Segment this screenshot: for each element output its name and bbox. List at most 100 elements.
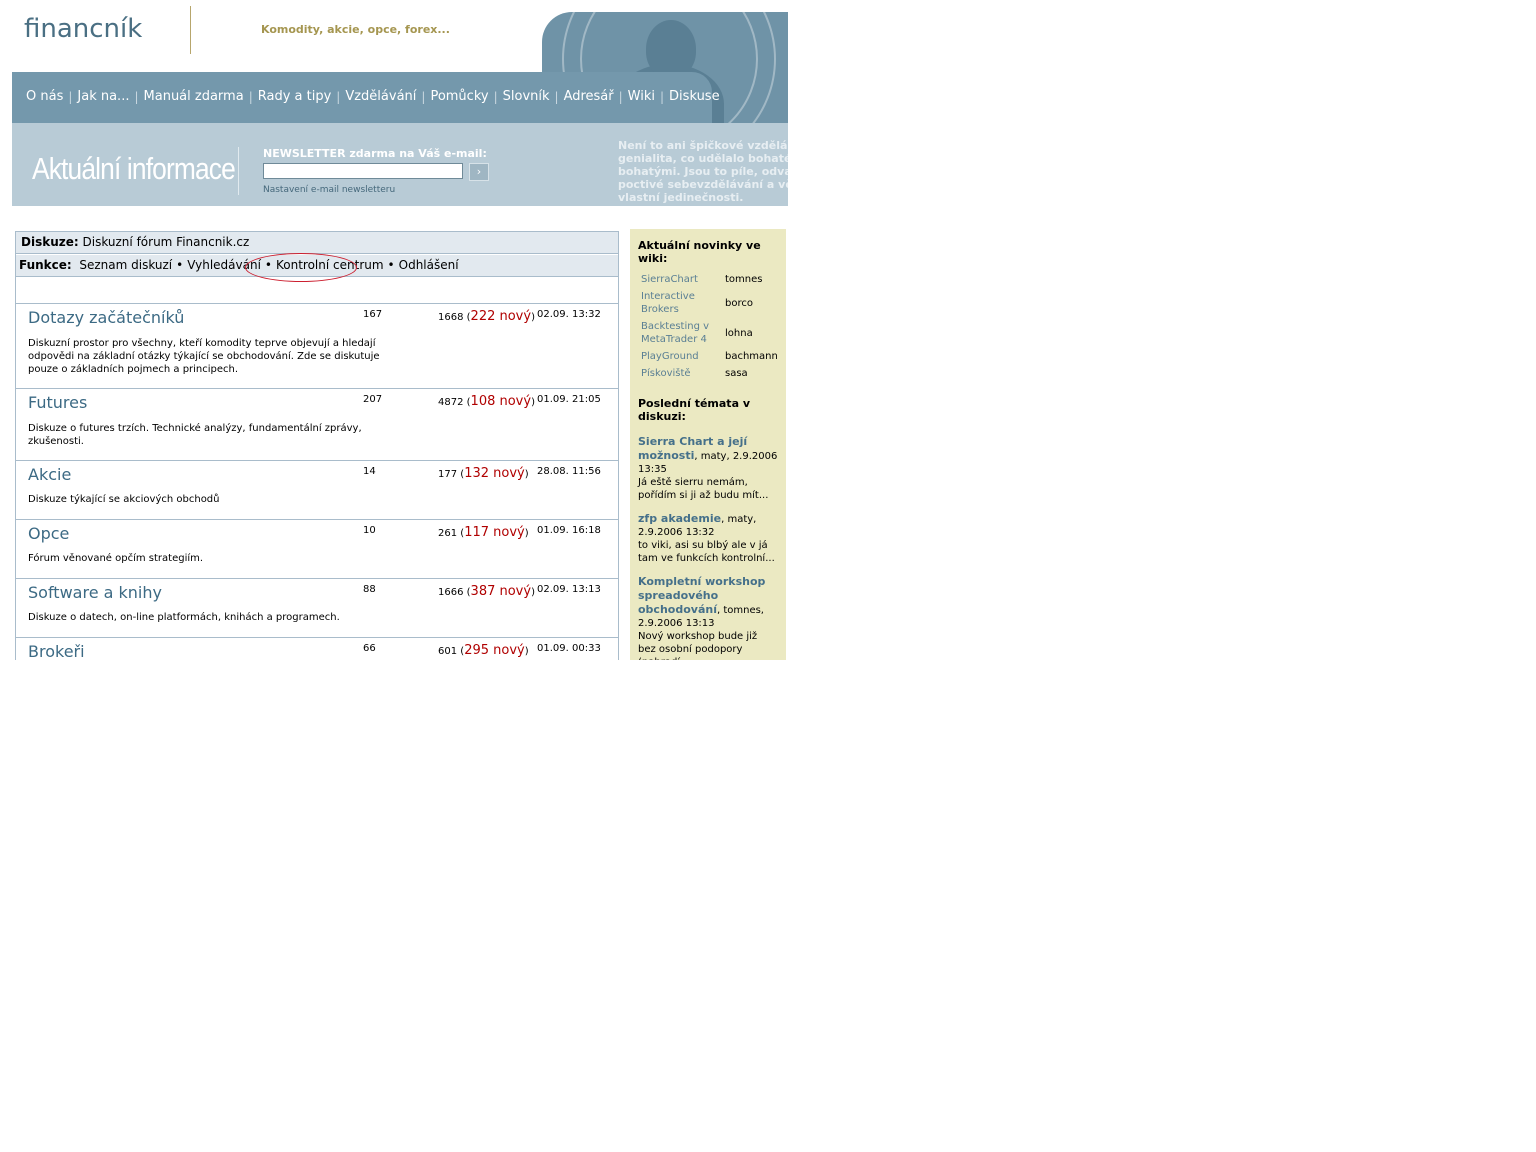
nav-vzdelavani[interactable]: Vzdělávání: [345, 89, 416, 104]
forum-last-post-date: 01.09. 16:18: [537, 525, 601, 536]
forum-row: Software a knihy Diskuze o datech, on-li…: [16, 579, 618, 638]
main-nav: O nás | Jak na... | Manuál zdarma | Rady a …: [12, 72, 720, 123]
highlight-ellipse: [245, 253, 357, 282]
forum-post-count: 4872 (108 nový): [438, 394, 535, 409]
forum-row: Opce Fórum věnované opčím strategiím. 10…: [16, 520, 618, 579]
new-posts-link[interactable]: 117 nový: [464, 525, 525, 540]
header-quote: Není to ani špičkové vzdělání, a geniali…: [618, 139, 788, 205]
forum-post-count: 601 (295 nový): [438, 643, 529, 658]
nav-o-nas[interactable]: O nás: [26, 89, 63, 104]
wiki-page-link[interactable]: Pískoviště: [638, 365, 722, 382]
info-bar: Aktuální informace NEWSLETTER zdarma na …: [12, 123, 788, 206]
newsletter-label: NEWSLETTER zdarma na Váš e-mail:: [263, 147, 487, 160]
post-count: 4872: [438, 397, 464, 408]
wiki-page-link[interactable]: Interactive Brokers: [638, 288, 722, 318]
topic-title-link[interactable]: zfp akademie: [638, 512, 721, 525]
forum-row: Brokeři 66 601 (295 nový) 01.09. 00:33: [16, 638, 618, 660]
sidebar: Aktuální novinky ve wiki: SierraChart tom…: [630, 229, 786, 660]
site-header: financník Komodity, akcie, opce, forex..…: [12, 0, 788, 206]
wiki-row: Interactive Brokers borco: [638, 288, 781, 318]
info-divider: [238, 147, 239, 195]
nav-manual-zdarma[interactable]: Manuál zdarma: [144, 89, 244, 104]
forum-title-link[interactable]: Brokeři: [28, 642, 85, 660]
forum-last-post-date: 01.09. 21:05: [537, 394, 601, 405]
newsletter-submit-button[interactable]: ›: [469, 163, 489, 181]
wiki-row: SierraChart tomnes: [638, 271, 781, 288]
nav-separator: |: [493, 89, 498, 104]
wiki-page-link[interactable]: PlayGround: [638, 348, 722, 365]
forum-description: Fórum věnované opčím strategiím.: [28, 553, 204, 564]
func-odhlaseni[interactable]: Odhlášení: [399, 258, 459, 272]
forum-title-link[interactable]: Opce: [28, 524, 69, 543]
forum-title-link[interactable]: Software a knihy: [28, 583, 162, 602]
nav-separator: |: [660, 89, 665, 104]
forum-post-count: 1666 (387 nový): [438, 584, 535, 599]
nav-wiki[interactable]: Wiki: [628, 89, 655, 104]
latest-topics-heading: Poslední témata v diskuzi:: [638, 397, 750, 423]
nav-adresar[interactable]: Adresář: [564, 89, 614, 104]
wiki-user: bachmann: [725, 351, 778, 362]
forum-topic-count: 14: [363, 466, 376, 477]
nav-jak-na[interactable]: Jak na...: [77, 89, 129, 104]
forum-last-post-date: 01.09. 00:33: [537, 643, 601, 654]
quote-line: poctivé sebevzdělávání a vědo: [618, 178, 788, 191]
topic-excerpt: Já eště sierru nemám, pořídím si ji až b…: [638, 477, 769, 501]
nav-slovnik[interactable]: Slovník: [503, 89, 550, 104]
nav-separator: |: [68, 89, 73, 104]
breadcrumb: Diskuze: Diskuzní fórum Financnik.cz: [16, 231, 618, 254]
latest-topic-item: Sierra Chart a její možnosti, maty, 2.9.…: [630, 435, 786, 502]
breadcrumb-label: Diskuze:: [21, 235, 79, 249]
forum-title-link[interactable]: Dotazy začátečníků: [28, 308, 184, 327]
forum-row: Futures Diskuze o futures trzích. Techni…: [16, 389, 618, 461]
post-count: 1668: [438, 312, 464, 323]
nav-separator: |: [421, 89, 426, 104]
wiki-user: lohna: [725, 327, 753, 339]
forum-row: Akcie Diskuze týkající se akciových obch…: [16, 461, 618, 520]
forum-description: Diskuze o futures trzích. Technické anal…: [28, 423, 362, 447]
new-posts-link[interactable]: 222 nový: [471, 309, 532, 324]
bullet-separator: •: [176, 258, 184, 272]
forum-post-count: 261 (117 nový): [438, 525, 529, 540]
nav-rady-a-tipy[interactable]: Rady a tipy: [258, 89, 332, 104]
forum-last-post-date: 02.09. 13:13: [537, 584, 601, 595]
site-slogan: Komodity, akcie, opce, forex...: [261, 23, 450, 36]
logo-divider: [190, 6, 191, 54]
quote-line: genialita, co udělalo bohaté: [618, 152, 788, 165]
post-count: 601: [438, 646, 458, 657]
quote-line: vlastní jedinečnosti.: [618, 191, 744, 204]
forum-topic-count: 167: [363, 309, 383, 320]
wiki-page-link[interactable]: Backtesting v MetaTrader 4: [638, 318, 722, 348]
post-count: 261: [438, 528, 458, 539]
forum-title-link[interactable]: Akcie: [28, 465, 71, 484]
new-posts-link[interactable]: 108 nový: [471, 394, 532, 409]
nav-separator: |: [248, 89, 253, 104]
forum-functions-bar: Funkce: Seznam diskuzí • Vyhledávání • Kontr…: [16, 253, 618, 282]
site-logo[interactable]: financník: [24, 14, 142, 44]
forum-title-link[interactable]: Futures: [28, 393, 87, 412]
forum-last-post-date: 02.09. 13:32: [537, 309, 601, 320]
nav-pomucky[interactable]: Pomůcky: [430, 89, 488, 104]
forum-last-post-date: 28.08. 11:56: [537, 466, 601, 477]
forum-description: Diskuze týkající se akciových obchodů: [28, 494, 220, 505]
newsletter-settings-link[interactable]: Nastavení e-mail newsletteru: [263, 185, 395, 195]
nav-separator: |: [554, 89, 559, 104]
wiki-news-heading: Aktuální novinky ve wiki:: [638, 239, 761, 265]
breadcrumb-current: Diskuzní fórum Financnik.cz: [82, 235, 250, 249]
newsletter-email-input[interactable]: [263, 163, 463, 179]
new-posts-link[interactable]: 295 nový: [464, 643, 525, 658]
latest-topic-item: Kompletní workshop spreadového obchodová…: [630, 575, 786, 660]
latest-topic-item: zfp akademie, maty, 2.9.2006 13:32 to vi…: [630, 512, 786, 565]
new-posts-link[interactable]: 132 nový: [464, 466, 525, 481]
post-count: 177: [438, 469, 458, 480]
forum-topic-count: 10: [363, 525, 376, 536]
bullet-separator: •: [387, 258, 395, 272]
nav-separator: |: [336, 89, 341, 104]
func-seznam-diskuzi[interactable]: Seznam diskuzí: [79, 258, 172, 272]
forum-description: Diskuzní prostor pro všechny, kteří komo…: [28, 338, 380, 375]
wiki-row: Backtesting v MetaTrader 4 lohna: [638, 318, 781, 348]
wiki-page-link[interactable]: SierraChart: [638, 271, 722, 288]
forum-topic-count: 88: [363, 584, 376, 595]
nav-diskuse[interactable]: Diskuse: [669, 89, 720, 104]
forum-topic-count: 66: [363, 643, 376, 654]
new-posts-link[interactable]: 387 nový: [471, 584, 532, 599]
